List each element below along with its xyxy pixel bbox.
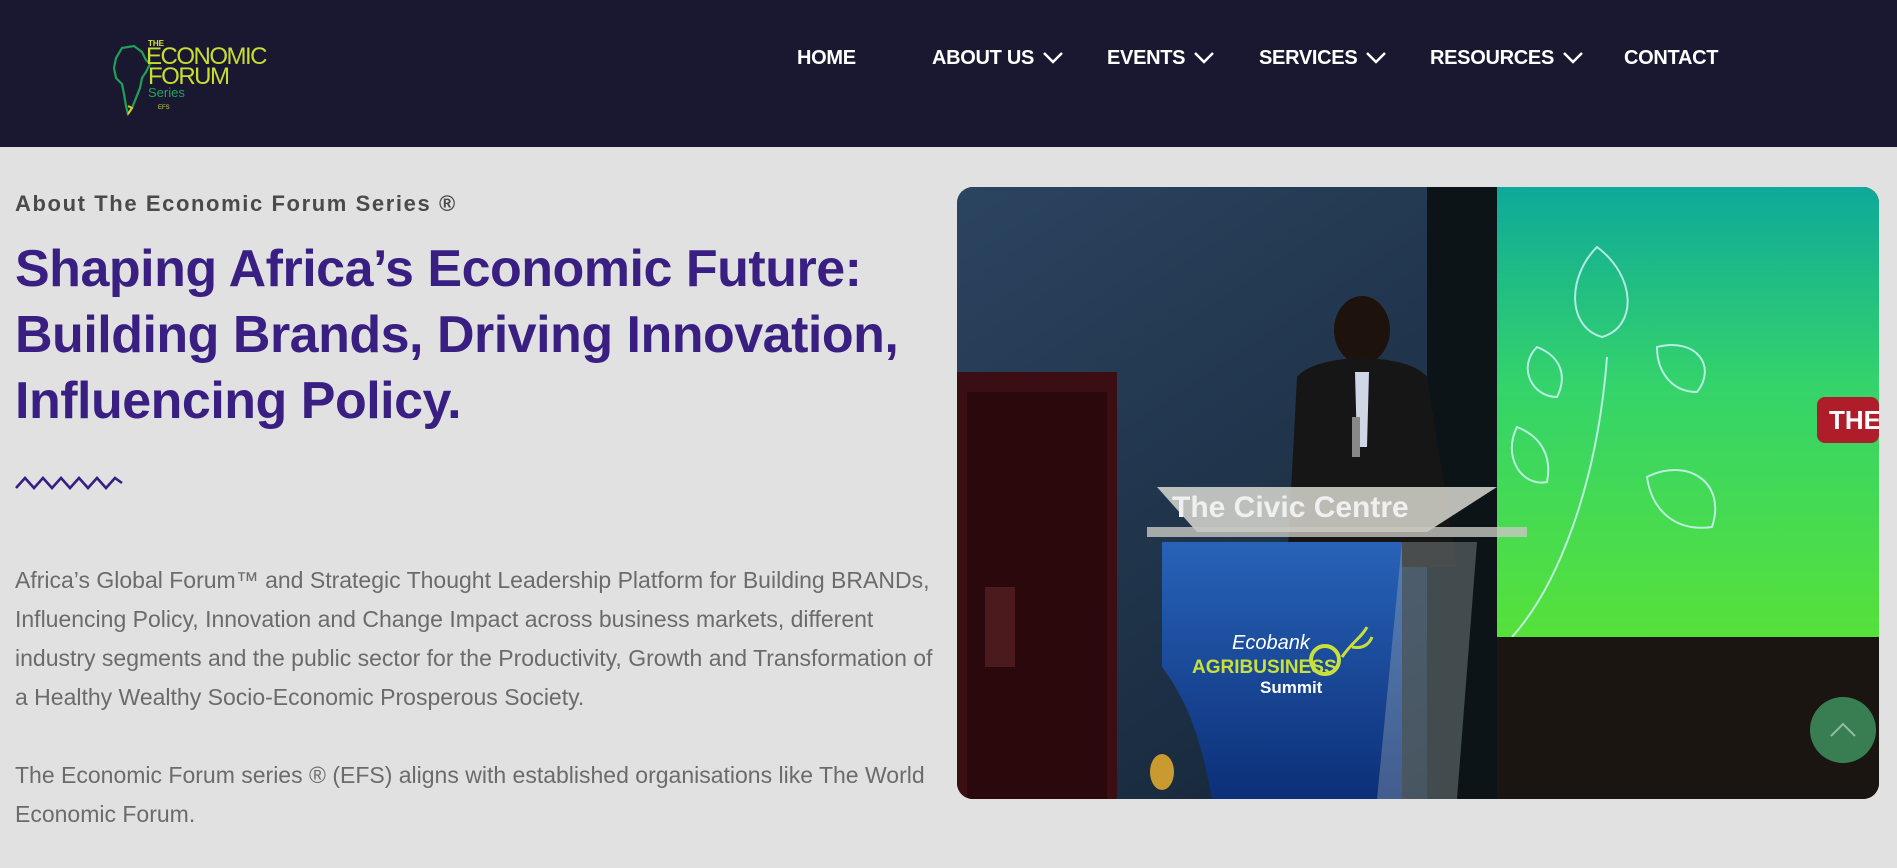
event-photo-illustration: THE The Civic Centre Ecobank AGRIBUSINES… bbox=[957, 187, 1879, 799]
site-logo[interactable]: THE ECONOMIC FORUM Series EFS bbox=[112, 36, 272, 116]
nav-label: ABOUT US bbox=[932, 46, 1035, 69]
chevron-down-icon bbox=[1194, 52, 1215, 64]
nav-item-about-us[interactable]: ABOUT US bbox=[932, 46, 1064, 70]
nav-item-home[interactable]: HOME bbox=[797, 46, 856, 70]
chevron-down-icon bbox=[1043, 52, 1063, 64]
chevron-up-icon bbox=[1830, 722, 1856, 737]
alignment-paragraph: The Economic Forum series ® (EFS) aligns… bbox=[15, 762, 925, 827]
nav-label: HOME bbox=[797, 46, 856, 69]
intro-paragraph: Africa’s Global Forum™ and Strategic Tho… bbox=[15, 567, 933, 710]
nav-item-services[interactable]: SERVICES bbox=[1259, 46, 1387, 70]
event-photo: THE The Civic Centre Ecobank AGRIBUSINES… bbox=[957, 187, 1879, 799]
podium-text: The Civic Centre bbox=[1172, 491, 1409, 524]
site-header: THE ECONOMIC FORUM Series EFS HOME ABOUT… bbox=[0, 0, 1897, 147]
headline-line-1: Shaping Africa’s Economic Future: bbox=[15, 240, 862, 298]
nav-label: EVENTS bbox=[1107, 46, 1186, 69]
sign-line-1: Ecobank bbox=[1232, 632, 1311, 654]
chevron-down-icon bbox=[1563, 52, 1583, 64]
zigzag-divider bbox=[15, 476, 123, 490]
section-kicker: About The Economic Forum Series ® bbox=[15, 191, 457, 216]
scroll-to-top-button[interactable] bbox=[1810, 697, 1876, 763]
nav-label: SERVICES bbox=[1259, 46, 1358, 69]
nav-label: RESOURCES bbox=[1430, 46, 1554, 69]
nav-item-contact[interactable]: CONTACT bbox=[1624, 46, 1718, 70]
logo-word-series: Series bbox=[148, 85, 185, 100]
nav-item-resources[interactable]: RESOURCES bbox=[1430, 46, 1584, 70]
screen-badge-text: THE bbox=[1829, 405, 1879, 435]
headline-line-3: Influencing Policy. bbox=[15, 372, 462, 430]
sign-line-3: Summit bbox=[1260, 678, 1323, 697]
page-headline: Shaping Africa’s Economic Future: Buildi… bbox=[15, 236, 935, 434]
chevron-down-icon bbox=[1366, 52, 1387, 64]
logo-efs: EFS bbox=[158, 105, 170, 111]
nav-item-events[interactable]: EVENTS bbox=[1107, 46, 1215, 70]
nav-label: CONTACT bbox=[1624, 46, 1719, 69]
headline-line-2: Building Brands, Driving Innovation, bbox=[15, 306, 899, 364]
